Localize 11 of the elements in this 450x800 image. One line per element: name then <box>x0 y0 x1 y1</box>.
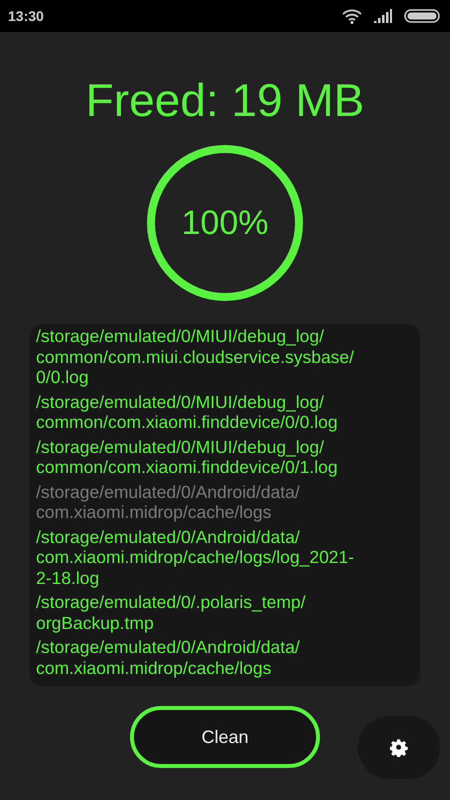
progress-percent: 100% <box>182 204 268 242</box>
file-path: /storage/emulated/0/Android/data/com.xiaomi.midrop/cache/logs <box>36 637 301 678</box>
file-path: /storage/emulated/0/Android/data/com.xiaomi.midrop/cache/logs <box>36 482 301 522</box>
settings-icon <box>390 738 408 756</box>
file-path: /storage/emulated/0/MIUI/debug_log/common/com.xiaomi.finddevice/0/1.log <box>36 436 339 478</box>
wifi-icon <box>342 8 362 24</box>
signal-icon <box>374 9 392 23</box>
battery-icon <box>404 9 440 23</box>
clock: 13:30 <box>8 8 44 24</box>
clean-button[interactable]: Clean <box>130 706 320 768</box>
freed-amount: Freed: 19 MB <box>86 73 364 128</box>
